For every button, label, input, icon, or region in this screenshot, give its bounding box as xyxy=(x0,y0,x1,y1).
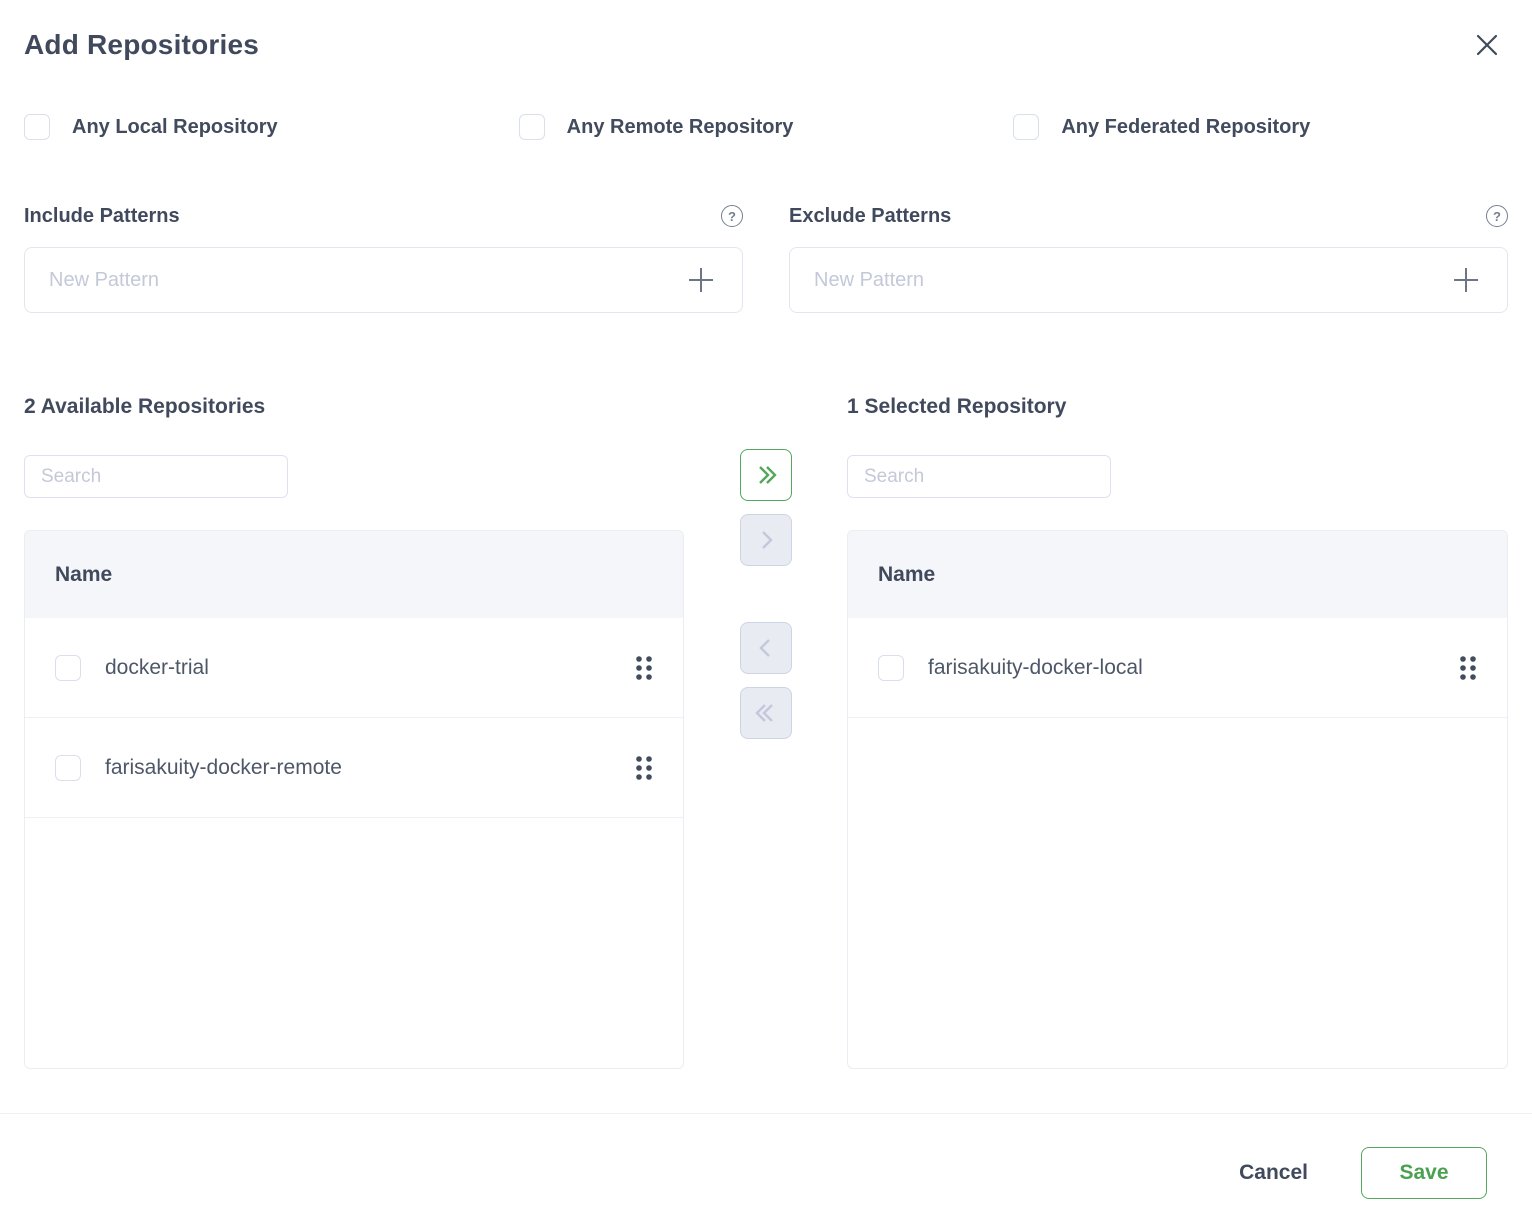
exclude-patterns-help-icon[interactable]: ? xyxy=(1486,205,1508,227)
selected-table-header: Name xyxy=(848,531,1507,618)
row-checkbox-docker-trial[interactable] xyxy=(55,655,81,681)
drag-handle-icon[interactable] xyxy=(1457,653,1479,683)
any-local-repository-option[interactable]: Any Local Repository xyxy=(24,114,519,140)
exclude-pattern-input-wrap xyxy=(789,247,1508,313)
repository-transfer-section: 2 Available Repositories Name docker-tri… xyxy=(24,394,1508,1069)
any-local-repository-checkbox[interactable] xyxy=(24,114,50,140)
include-patterns-label: Include Patterns xyxy=(24,205,180,228)
repository-name: farisakuity-docker-remote xyxy=(105,756,633,780)
exclude-patterns-label: Exclude Patterns xyxy=(789,205,951,228)
selected-repositories-table: Name farisakuity-docker-local xyxy=(847,530,1508,1069)
cancel-button[interactable]: Cancel xyxy=(1239,1161,1308,1185)
any-federated-repository-checkbox[interactable] xyxy=(1013,114,1039,140)
selected-repositories-heading: 1 Selected Repository xyxy=(847,394,1508,420)
any-remote-repository-option[interactable]: Any Remote Repository xyxy=(519,114,1014,140)
chevron-right-icon xyxy=(754,528,778,552)
patterns-section: Include Patterns ? Exclude Patterns ? xyxy=(24,204,1508,313)
move-left-button[interactable] xyxy=(740,622,792,674)
any-local-repository-label: Any Local Repository xyxy=(72,114,278,140)
move-all-right-button[interactable] xyxy=(740,449,792,501)
available-repositories-heading: 2 Available Repositories xyxy=(24,394,684,420)
selected-search-input[interactable] xyxy=(847,455,1111,498)
exclude-pattern-input[interactable] xyxy=(814,269,1451,292)
transfer-buttons xyxy=(684,394,847,1069)
row-checkbox-farisakuity-docker-local[interactable] xyxy=(878,655,904,681)
dialog-footer: Cancel Save xyxy=(24,1114,1508,1199)
include-patterns-help-icon[interactable]: ? xyxy=(721,205,743,227)
available-name-column-header: Name xyxy=(55,563,112,587)
chevron-left-icon xyxy=(754,636,778,660)
table-row: farisakuity-docker-local xyxy=(848,618,1507,718)
exclude-patterns-group: Exclude Patterns ? xyxy=(789,204,1508,313)
dialog-header: Add Repositories xyxy=(24,28,1508,62)
selected-name-column-header: Name xyxy=(878,563,935,587)
repository-name: farisakuity-docker-local xyxy=(928,656,1457,680)
include-patterns-group: Include Patterns ? xyxy=(24,204,743,313)
available-table-header: Name xyxy=(25,531,683,618)
row-checkbox-farisakuity-docker-remote[interactable] xyxy=(55,755,81,781)
exclude-pattern-add-icon[interactable] xyxy=(1451,265,1481,295)
move-right-button[interactable] xyxy=(740,514,792,566)
include-pattern-add-icon[interactable] xyxy=(686,265,716,295)
move-all-left-button[interactable] xyxy=(740,687,792,739)
drag-handle-icon[interactable] xyxy=(633,653,655,683)
any-remote-repository-label: Any Remote Repository xyxy=(567,114,794,140)
selected-repositories-panel: 1 Selected Repository Name farisakuity-d… xyxy=(847,394,1508,1069)
repository-name: docker-trial xyxy=(105,656,633,680)
any-remote-repository-checkbox[interactable] xyxy=(519,114,545,140)
available-repositories-table: Name docker-trial farisakuity xyxy=(24,530,684,1069)
double-chevron-right-icon xyxy=(752,463,780,487)
include-pattern-input[interactable] xyxy=(49,269,686,292)
table-row: docker-trial xyxy=(25,618,683,718)
double-chevron-left-icon xyxy=(752,701,780,725)
any-federated-repository-option[interactable]: Any Federated Repository xyxy=(1013,114,1508,140)
drag-handle-icon[interactable] xyxy=(633,753,655,783)
save-button[interactable]: Save xyxy=(1361,1147,1487,1199)
add-repositories-dialog: Add Repositories Any Local Repository An… xyxy=(0,0,1532,1220)
any-federated-repository-label: Any Federated Repository xyxy=(1061,114,1310,140)
close-icon[interactable] xyxy=(1470,28,1504,62)
available-search-input[interactable] xyxy=(24,455,288,498)
any-repository-options: Any Local Repository Any Remote Reposito… xyxy=(24,114,1508,140)
table-row: farisakuity-docker-remote xyxy=(25,718,683,818)
available-repositories-panel: 2 Available Repositories Name docker-tri… xyxy=(24,394,684,1069)
include-pattern-input-wrap xyxy=(24,247,743,313)
page-title: Add Repositories xyxy=(24,28,259,62)
